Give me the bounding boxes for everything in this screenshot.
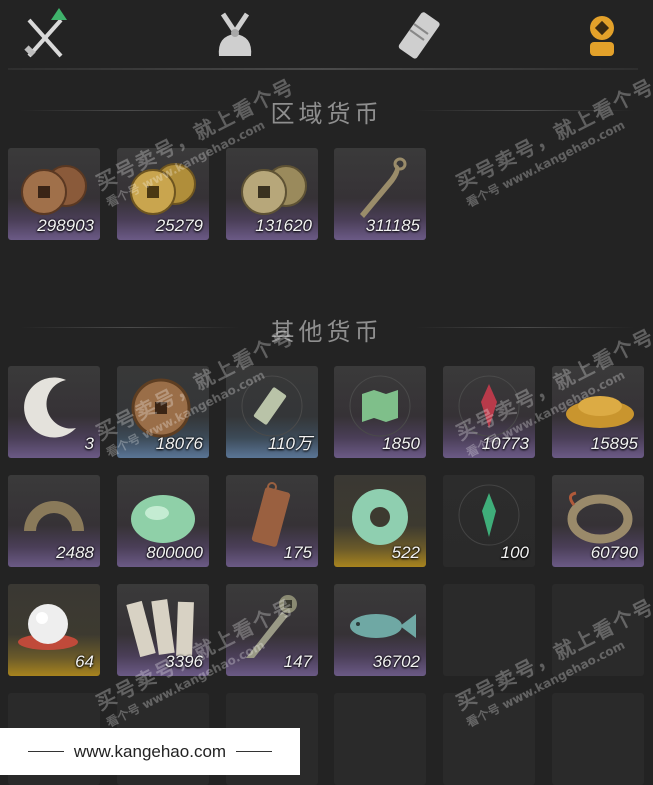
item-quantity: 298903: [37, 216, 94, 235]
item-quantity: 36702: [372, 652, 420, 671]
currency-slot[interactable]: 3396: [117, 584, 209, 676]
item-quantity: 3396: [165, 652, 203, 671]
currency-slot[interactable]: 175: [226, 475, 318, 567]
currency-slot[interactable]: 15895: [552, 366, 644, 458]
currency-slot[interactable]: 3: [8, 366, 100, 458]
currency-slot[interactable]: 110万: [226, 366, 318, 458]
tab-weapons[interactable]: [15, 6, 75, 66]
item-quantity: 3: [84, 434, 94, 453]
empty-slot: [334, 693, 426, 785]
item-quantity: 522: [391, 543, 420, 562]
currency-slot[interactable]: 18076: [117, 366, 209, 458]
empty-slot: [443, 584, 535, 676]
section-title-other: 其他货币: [270, 318, 383, 346]
category-tabs: [0, 0, 653, 70]
currency-slot[interactable]: 10773: [443, 366, 535, 458]
watermark: 买号卖号，就上看个号 看个号 www.kangehao.com: [451, 73, 653, 211]
empty-slot: [443, 693, 535, 785]
item-quantity: 110万: [267, 434, 312, 453]
bundle-tab-icon: [218, 12, 252, 56]
weapons-tab-icon: [24, 8, 67, 58]
tab-divider: [8, 68, 638, 70]
currency-slot[interactable]: 36702: [334, 584, 426, 676]
currency-slot[interactable]: 60790: [552, 475, 644, 567]
currency-slot[interactable]: 311185: [334, 148, 426, 240]
item-quantity: 100: [500, 543, 529, 562]
section-title-regional: 区域货币: [270, 100, 383, 128]
item-quantity: 800000: [146, 543, 203, 562]
currency-slot[interactable]: 298903: [8, 148, 100, 240]
item-quantity: 18076: [155, 434, 203, 453]
item-quantity: 64: [75, 652, 94, 671]
currency-slot[interactable]: 131620: [226, 148, 318, 240]
item-quantity: 131620: [255, 216, 312, 235]
currency-slot[interactable]: 522: [334, 475, 426, 567]
empty-slot: [552, 693, 644, 785]
item-quantity: 60790: [590, 543, 638, 562]
scroll-tab-icon: [398, 12, 440, 59]
currency-slot[interactable]: 100: [443, 475, 535, 567]
item-quantity: 175: [283, 543, 312, 562]
item-quantity: 147: [283, 652, 312, 671]
item-quantity: 15895: [590, 434, 638, 453]
tab-scroll[interactable]: [390, 6, 450, 66]
tab-currency[interactable]: [572, 6, 632, 66]
currency-slot[interactable]: 147: [226, 584, 318, 676]
item-quantity: 1850: [382, 434, 420, 453]
footer-url-banner: www.kangehao.com: [0, 728, 300, 775]
currency-slot[interactable]: 800000: [117, 475, 209, 567]
footer-dash: [236, 751, 273, 752]
currency-slot[interactable]: 25279: [117, 148, 209, 240]
empty-slot: [552, 584, 644, 676]
item-quantity: 311185: [365, 216, 420, 235]
item-quantity: 2488: [56, 543, 94, 562]
footer-dash: [27, 751, 64, 752]
currency-tab-icon: [590, 16, 614, 56]
tab-bundle[interactable]: [205, 6, 265, 66]
item-quantity: 10773: [481, 434, 529, 453]
footer-url: www.kangehao.com: [73, 741, 227, 761]
currency-slot[interactable]: 2488: [8, 475, 100, 567]
currency-slot[interactable]: 64: [8, 584, 100, 676]
item-quantity: 25279: [155, 216, 203, 235]
currency-slot[interactable]: 1850: [334, 366, 426, 458]
